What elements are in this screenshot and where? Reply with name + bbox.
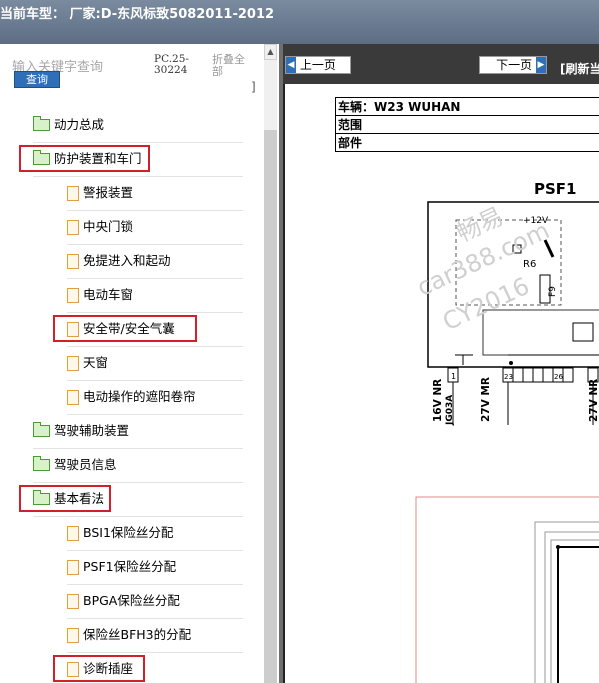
tree-item[interactable]: BSI1保险丝分配 [67,516,243,551]
component-cell: 部件 [335,133,599,152]
next-page-button[interactable]: 下一页 ▶ [479,56,547,74]
wire-label-27v-nr: 27V NR [588,378,599,422]
wire-label-27v-mr: 27V MR [480,377,492,422]
connector-pins [502,367,599,383]
highlight-box [53,655,145,682]
highlight-box [53,315,197,342]
highlight-box [19,145,150,172]
vehicle-cell: 车辆：W23 WUHAN [335,97,599,116]
highlight-box [19,485,111,512]
tree-item[interactable]: PSF1保险丝分配 [67,550,243,585]
scroll-up-button[interactable]: ▲ [264,44,277,60]
tree-item[interactable]: 保险丝BFH3的分配 [67,618,243,653]
folder-icon [33,115,50,131]
document-icon [67,390,79,405]
tree-item[interactable]: 中央门锁 [67,210,243,245]
tree-item-label: BPGA保险丝分配 [83,593,180,608]
vehicle-info-table: 车辆：W23 WUHAN 范围 部件 [335,97,599,152]
f9-label: F9 [548,286,558,297]
document-icon [67,288,79,303]
arrow-left-icon: ◀ [286,57,296,73]
tree-item-label: 中央门锁 [83,219,134,234]
pin-26-label: 26 [554,373,563,381]
tree-item[interactable]: 驾驶员信息 [33,448,243,483]
search-button[interactable]: 查询 [14,71,60,88]
wire-label-16v: 16V NR [432,378,444,422]
tree-item[interactable]: 驾驶辅助装置 [33,414,243,449]
tree-item-label: 动力总成 [54,117,105,132]
tree-item[interactable]: 电动操作的遮阳卷帘 [67,380,243,415]
tree-item-label: 保险丝BFH3的分配 [83,627,192,642]
tree-item[interactable]: 免提进入和起动 [67,244,243,279]
tree-item-label: 电动操作的遮阳卷帘 [83,389,196,404]
tree-item-label: 驾驶员信息 [54,457,117,472]
folder-icon [33,455,50,471]
document-icon [67,254,79,269]
tree-item-label: 警报装置 [83,185,134,200]
document-icon [67,560,79,575]
arrow-right-icon: ▶ [536,57,546,73]
pin-23-label: 23 [504,373,513,381]
range-cell: 范围 [335,115,599,134]
viewer-toolbar: ◀ 上一页 下一页 ▶ [283,44,599,84]
catalog-code: PC.25- 30224 [154,53,189,76]
pin-1-label: 1 [451,372,456,381]
tree-item[interactable]: 动力总成 [33,108,243,143]
left-panel: 输入关键字查询 查询 PC.25- 30224 折叠全部 ] 动力总成 防护装置和… [0,44,262,683]
collapse-all-link[interactable]: 折叠全部 [212,54,248,78]
document-icon [67,526,79,541]
tree-item-label: PSF1保险丝分配 [83,559,177,574]
wire-label-jg03a: JG03A [445,394,455,425]
folder-icon [33,421,50,437]
tree-item[interactable]: 电动车窗 [67,278,243,313]
tree-item-label: 电动车窗 [83,287,134,302]
collapse-arrow-icon: ] [251,80,256,94]
tree-item-label: 免提进入和起动 [83,253,171,268]
document-icon [67,186,79,201]
tree-item-label: BSI1保险丝分配 [83,525,174,540]
document-icon [67,594,79,609]
scrollbar-thumb[interactable] [264,130,277,683]
window-title: 当前车型： 厂家:D-东风标致5082011-2012 [0,7,275,22]
document-icon [67,220,79,235]
tree-item-label: 驾驶辅助装置 [54,423,130,438]
prev-page-button[interactable]: ◀ 上一页 [285,56,351,74]
document-icon [67,356,79,371]
tree-item[interactable]: 警报装置 [67,176,243,211]
refresh-link[interactable]: [刷新当 [560,60,599,77]
tree-item[interactable]: BPGA保险丝分配 [67,584,243,619]
tree-item-label: 天窗 [83,355,109,370]
document-icon [67,628,79,643]
title-bar: 当前车型： 厂家:D-东风标致5082011-2012 [0,0,599,44]
r6-label: R6 [523,259,536,270]
tree-item[interactable]: 天窗 [67,346,243,381]
